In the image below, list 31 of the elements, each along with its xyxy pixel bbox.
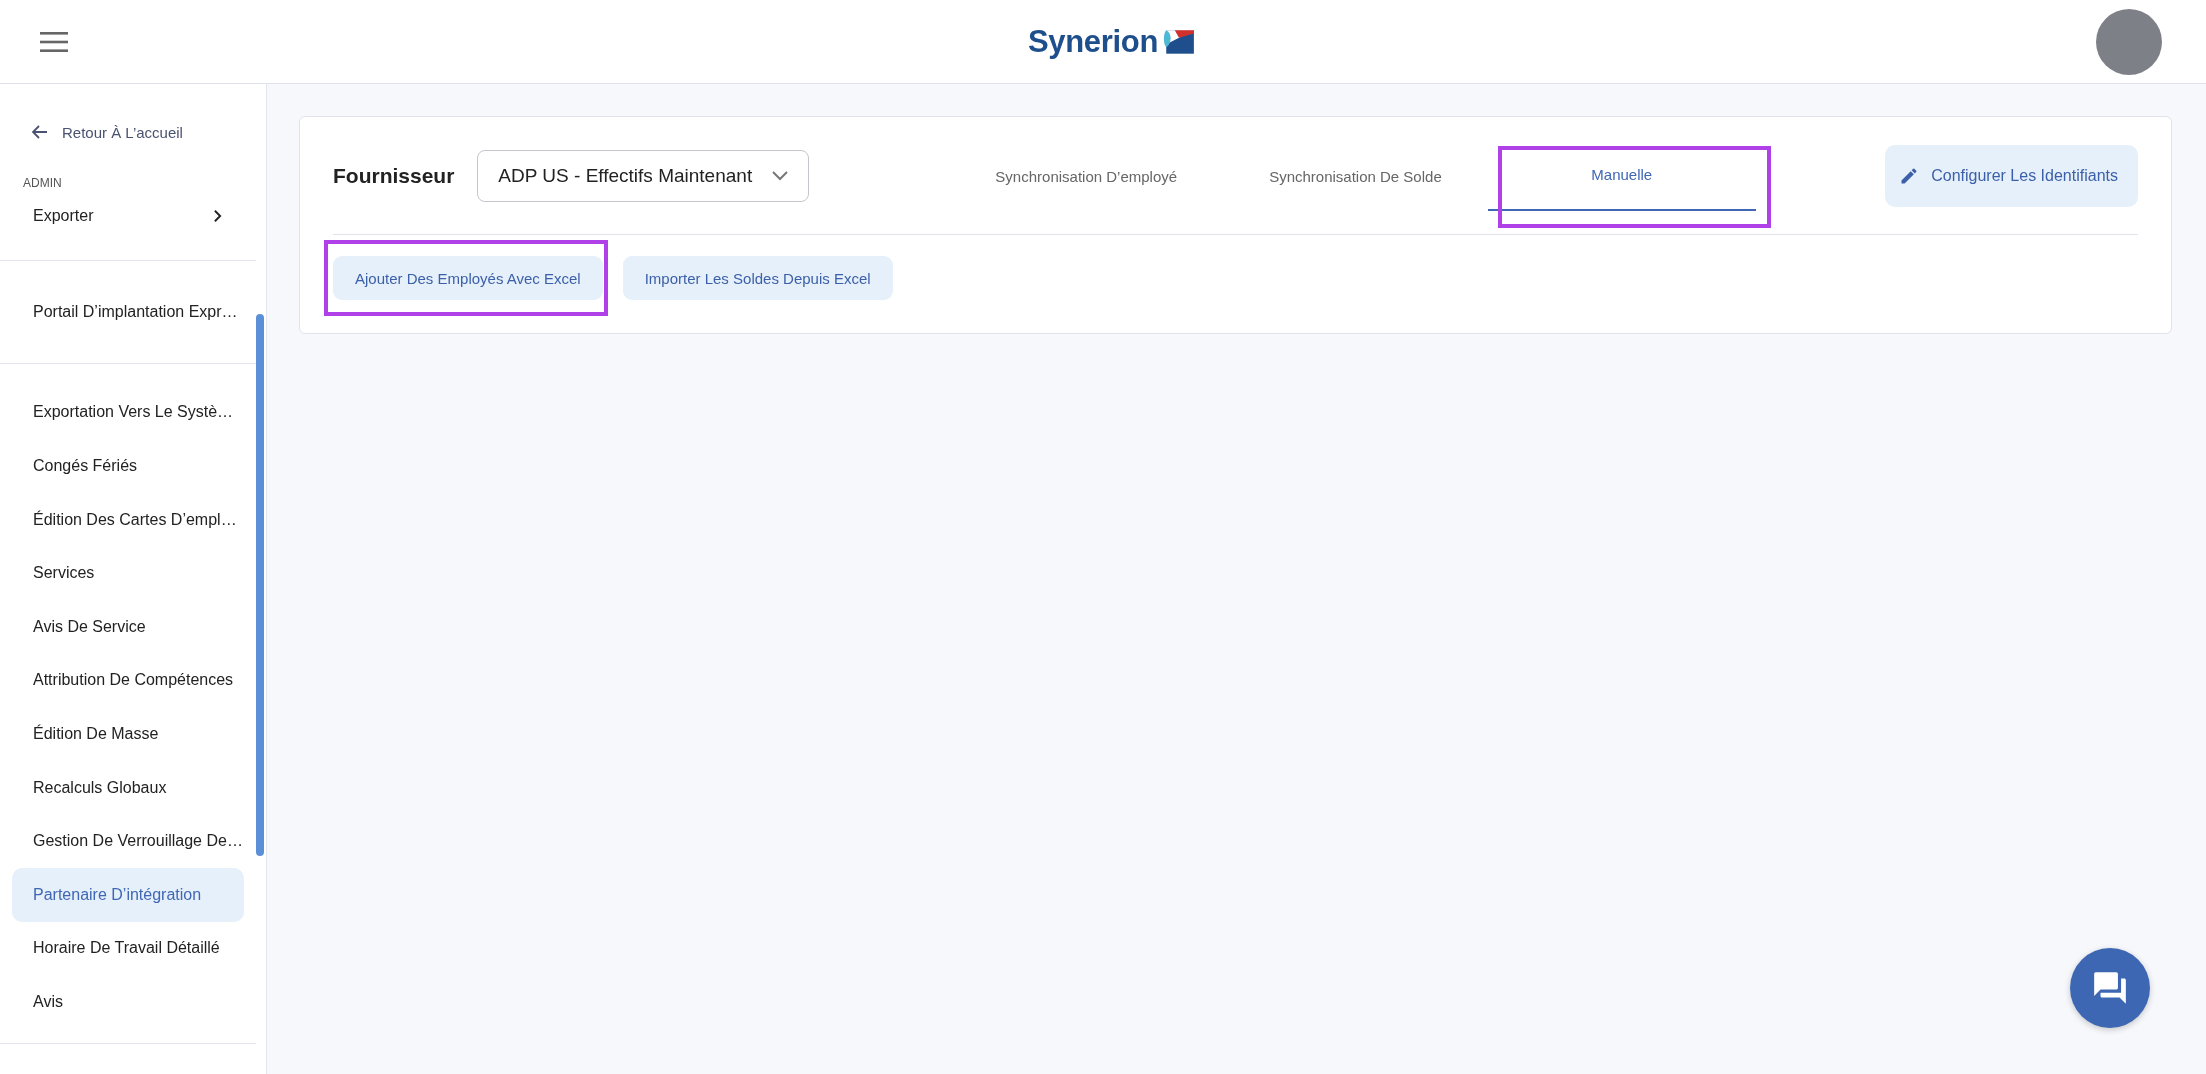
provider-label: Fournisseur (333, 163, 455, 188)
sidebar-item[interactable]: Portail D’implantation Expr… (12, 285, 244, 339)
sidebar-item[interactable]: Partenaire D’intégration (12, 867, 244, 922)
action-button[interactable]: Importer Les Soldes Depuis Excel (622, 256, 893, 300)
menu-icon[interactable] (40, 31, 68, 52)
sidebar-item[interactable]: Services (12, 546, 244, 600)
sidebar-item[interactable]: Attribution De Compétences (12, 653, 244, 708)
tab[interactable]: Manuelle (1487, 139, 1756, 211)
sidebar-item[interactable]: Édition Des Cartes D’empl… (12, 492, 244, 547)
sidebar-item[interactable]: Congés Fériés (12, 439, 244, 493)
chevron-down-icon (772, 170, 789, 181)
logo-flag-icon (1162, 28, 1197, 55)
configure-credentials-button[interactable]: Configurer Les Identifiants (1885, 144, 2138, 207)
logo-text: Synerion (1027, 23, 1159, 60)
sidebar-item[interactable]: Avis De Service (12, 599, 244, 654)
sidebar-item[interactable]: Avis (12, 975, 244, 1029)
sidebar-item[interactable]: Gestion De Verrouillage De… (12, 814, 244, 868)
section-heading: ADMIN (22, 176, 63, 190)
sidebar-item[interactable]: Horaire De Travail Détaillé (12, 921, 244, 976)
provider-dropdown[interactable]: ADP US - Effectifs Maintenant (477, 149, 810, 202)
chevron-right-icon (213, 209, 222, 223)
action-button[interactable]: Ajouter Des Employés Avec Excel (333, 256, 603, 300)
back-link[interactable]: Retour À L’accueil (0, 120, 266, 144)
sidebar-item[interactable]: Édition De Masse (12, 707, 244, 761)
tab[interactable]: Synchronisation D’employé (949, 117, 1224, 234)
tab[interactable]: Synchronisation De Solde (1223, 117, 1488, 234)
sidebar-item[interactable]: Exportation Vers Le Systè… (12, 385, 244, 440)
sidebar-item[interactable]: Exporter (12, 200, 244, 232)
scrollbar[interactable] (256, 314, 264, 856)
sidebar-item[interactable]: Recalculs Globaux (12, 760, 244, 815)
back-arrow-icon (32, 124, 48, 140)
